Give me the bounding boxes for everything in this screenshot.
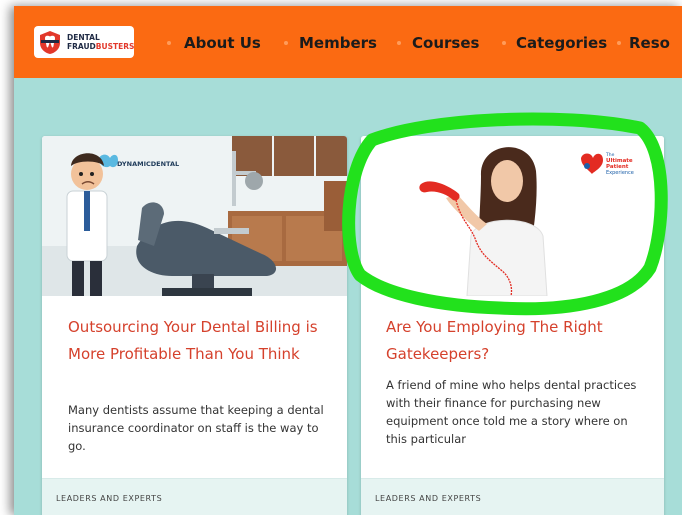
image-brand-text: DYNAMICDENTAL (117, 160, 179, 168)
woman-on-phone-photo: The Ultimate Patient Experience (361, 136, 664, 296)
card-footer: LEADERS AND EXPERTS (361, 478, 664, 515)
article-excerpt: A friend of mine who helps dental practi… (386, 378, 637, 446)
article-card[interactable]: The Ultimate Patient Experience Are You … (361, 136, 664, 515)
article-excerpt: Many dentists assume that keeping a dent… (68, 403, 324, 453)
tooth-shield-icon (40, 31, 60, 54)
article-title[interactable]: Are You Employing The Right Gatekeepers? (386, 314, 648, 368)
nav-about-us[interactable]: About Us (184, 34, 261, 52)
logo-line-2a: FRAUD (67, 42, 96, 51)
nav-resources[interactable]: Reso (629, 34, 670, 52)
logo-line-1: DENTAL (67, 33, 100, 42)
dentist-office-illustration: DYNAMICDENTAL (42, 136, 347, 296)
article-title[interactable]: Outsourcing Your Dental Billing is More … (68, 314, 331, 368)
category-tag[interactable]: LEADERS AND EXPERTS (375, 494, 481, 503)
logo-line-2b: BUSTERS (95, 42, 135, 51)
site-logo[interactable]: DENTAL FRAUDBUSTERS (34, 26, 134, 58)
article-thumbnail[interactable]: The Ultimate Patient Experience (361, 136, 664, 296)
nav-members[interactable]: Members (299, 34, 377, 52)
browser-viewport: DENTAL FRAUDBUSTERS About Us Members Cou… (14, 6, 682, 515)
menu-separator-dot (502, 41, 506, 45)
nav-courses[interactable]: Courses (412, 34, 479, 52)
nav-categories[interactable]: Categories (516, 34, 607, 52)
site-header: DENTAL FRAUDBUSTERS About Us Members Cou… (14, 6, 682, 78)
menu-separator-dot (167, 41, 171, 45)
card-footer: LEADERS AND EXPERTS (42, 478, 347, 515)
category-tag[interactable]: LEADERS AND EXPERTS (56, 494, 162, 503)
image-brand-line-4: Experience (606, 170, 634, 176)
article-card[interactable]: DYNAMICDENTAL Outsourcing Your Dental Bi… (42, 136, 347, 515)
menu-separator-dot (284, 41, 288, 45)
hero-band (14, 78, 682, 118)
logo-wordmark: DENTAL FRAUDBUSTERS (67, 33, 134, 51)
menu-separator-dot (617, 41, 621, 45)
article-thumbnail[interactable]: DYNAMICDENTAL (42, 136, 347, 296)
menu-separator-dot (397, 41, 401, 45)
